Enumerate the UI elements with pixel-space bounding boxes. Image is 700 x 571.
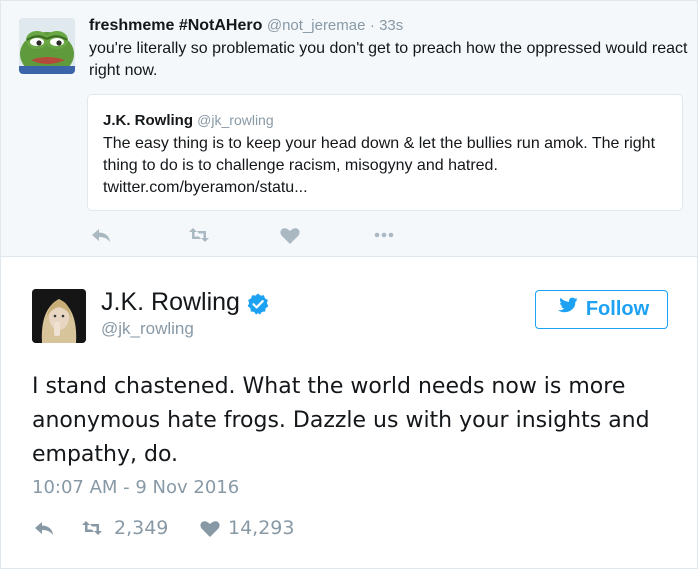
author-display-name[interactable]: J.K. Rowling (101, 286, 240, 318)
retweet-icon[interactable] (79, 516, 105, 540)
quoted-tweet-header: J.K. Rowling @jk_rowling (103, 110, 274, 131)
verified-badge-icon (246, 292, 270, 316)
quoted-tweet[interactable]: J.K. Rowling @jk_rowling The easy thing … (87, 94, 683, 211)
retweet-icon[interactable] (187, 223, 211, 247)
retweet-count[interactable]: 2,349 (114, 514, 168, 542)
reply-icon[interactable] (89, 223, 113, 247)
frog-avatar-icon[interactable] (19, 18, 75, 74)
like-count[interactable]: 14,293 (228, 514, 294, 542)
like-icon[interactable] (278, 223, 302, 247)
tweet-actions: 2,349 14,293 (32, 514, 432, 542)
like-icon[interactable] (198, 516, 222, 540)
reply-timestamp[interactable]: · 33s (370, 17, 403, 34)
follow-button-label: Follow (585, 298, 650, 320)
reply-tweet-header: freshmeme #NotAHero @not_jeremae · 33s (89, 16, 403, 36)
follow-button[interactable]: Follow (535, 290, 668, 329)
profile-avatar[interactable] (32, 289, 86, 343)
reply-tweet-actions (89, 223, 409, 247)
reply-icon[interactable] (32, 516, 56, 540)
author-handle[interactable]: @jk_rowling (101, 318, 194, 340)
twitter-bird-icon (554, 297, 578, 323)
reply-display-name[interactable]: freshmeme #NotAHero (89, 17, 262, 34)
tweet-text: I stand chastened. What the world needs … (32, 374, 650, 467)
quoted-display-name: J.K. Rowling (103, 112, 193, 129)
quoted-tweet-text: The easy thing is to keep your head down… (103, 135, 656, 196)
more-icon[interactable] (372, 223, 396, 247)
reply-tweet-text: you're literally so problematic you don'… (89, 40, 688, 79)
reply-handle[interactable]: @not_jeremae (267, 17, 366, 34)
reply-tweet[interactable]: freshmeme #NotAHero @not_jeremae · 33s y… (1, 1, 697, 257)
quoted-handle: @jk_rowling (197, 112, 274, 128)
tweet-timestamp[interactable]: 10:07 AM - 9 Nov 2016 (32, 476, 239, 500)
